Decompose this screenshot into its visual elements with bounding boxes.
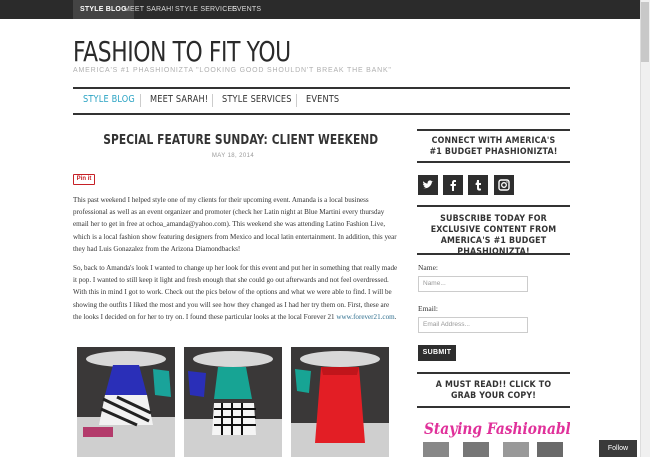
instagram-glyph — [498, 179, 510, 191]
sidebar-rule — [417, 406, 570, 408]
connect-heading: CONNECT WITH AMERICA'S #1 BUDGET PHASHIO… — [417, 135, 570, 157]
forever21-link[interactable]: www.forever21.com — [336, 313, 394, 321]
vertical-scrollbar[interactable] — [640, 0, 650, 457]
subscribe-heading-text: SUBSCRIBE TODAY FOR EXCLUSIVE CONTENT FR… — [430, 213, 557, 257]
nav-item-style-blog[interactable]: STYLE BLOG — [83, 89, 135, 111]
site-title[interactable]: FASHION TO FIT YOU — [73, 35, 291, 68]
book-cover[interactable]: Staying Fashionable — [417, 416, 570, 457]
main-nav: STYLE BLOG MEET SARAH! STYLE SERVICES EV… — [73, 89, 570, 113]
outfit-photo-1[interactable] — [77, 347, 175, 457]
outfit-photo-2-image — [184, 347, 282, 457]
post-paragraph-2-end: . — [394, 312, 397, 321]
submit-button[interactable]: SUBMIT — [418, 345, 456, 361]
subscribe-heading: SUBSCRIBE TODAY FOR EXCLUSIVE CONTENT FR… — [417, 213, 570, 257]
email-input[interactable]: Email Address... — [418, 317, 528, 333]
facebook-glyph — [450, 180, 456, 191]
nav-separator — [140, 94, 141, 107]
facebook-icon[interactable] — [443, 175, 463, 195]
outfit-photo-3[interactable] — [291, 347, 389, 457]
post-title-text[interactable]: SPECIAL FEATURE SUNDAY: CLIENT WEEKEND — [103, 133, 378, 148]
post-paragraph-1: This past weekend I helped style one of … — [73, 196, 397, 253]
nav-item-meet-sarah[interactable]: MEET SARAH! — [150, 89, 208, 111]
nav-item-style-services[interactable]: STYLE SERVICES — [222, 89, 292, 111]
scrollbar-thumb[interactable] — [641, 2, 649, 62]
sidebar-rule — [417, 129, 570, 131]
site-tagline: AMERICA'S #1 PHASHIONIZTA "LOOKING GOOD … — [73, 67, 392, 74]
sidebar-rule — [417, 205, 570, 207]
topbar-link-events[interactable]: EVENTS — [225, 0, 268, 19]
nav-item-events[interactable]: EVENTS — [306, 89, 339, 111]
instagram-icon[interactable] — [494, 175, 514, 195]
twitter-icon[interactable] — [418, 175, 438, 195]
sidebar-rule — [417, 161, 570, 163]
sidebar-rule — [417, 372, 570, 374]
must-read-heading: A MUST READ!! CLICK TO GRAB YOUR COPY! — [417, 379, 570, 401]
twitter-glyph — [423, 180, 434, 189]
tumblr-icon[interactable] — [468, 175, 488, 195]
must-read-heading-text: A MUST READ!! CLICK TO GRAB YOUR COPY! — [435, 379, 552, 401]
email-label: Email: — [418, 304, 438, 313]
outfit-photo-2[interactable] — [184, 347, 282, 457]
post-title[interactable]: SPECIAL FEATURE SUNDAY: CLIENT WEEKEND — [73, 133, 393, 148]
top-bar: STYLE BLOG MEET SARAH! STYLE SERVICES EV… — [0, 0, 640, 19]
pin-it-button[interactable]: Pin it — [73, 174, 95, 185]
name-input[interactable]: Name... — [418, 276, 528, 292]
post-date: MAY 18, 2014 — [211, 153, 255, 159]
tumblr-glyph — [475, 180, 481, 191]
outfit-photo-1-image — [77, 347, 175, 457]
sidebar-rule — [417, 253, 570, 255]
post-paragraph-2: So, back to Amanda's look I wanted to ch… — [73, 262, 398, 323]
name-label: Name: — [418, 263, 438, 272]
book-cover-photos — [423, 442, 563, 457]
nav-separator — [296, 94, 297, 107]
follow-button[interactable]: Follow — [599, 440, 637, 457]
nav-bottom-rule — [73, 113, 570, 115]
connect-heading-text: CONNECT WITH AMERICA'S #1 BUDGET PHASHIO… — [429, 135, 558, 157]
outfit-photo-3-image — [291, 347, 389, 457]
nav-separator — [212, 94, 213, 107]
